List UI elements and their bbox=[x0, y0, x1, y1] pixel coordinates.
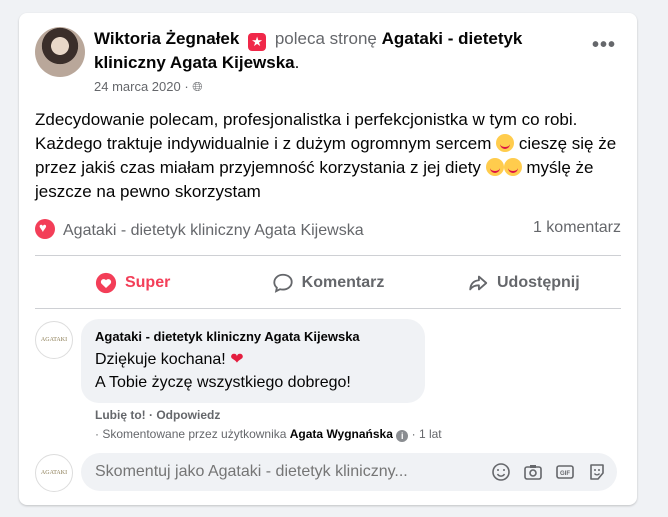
comment-input[interactable] bbox=[95, 453, 455, 491]
love-reaction-icon[interactable] bbox=[35, 219, 55, 239]
comment-age[interactable]: · 1 lat bbox=[412, 427, 442, 441]
share-button[interactable]: Udostępnij bbox=[426, 261, 621, 305]
meta-separator: · bbox=[180, 79, 193, 94]
reacted-by[interactable]: Agataki - dietetyk kliniczny Agata Kijew… bbox=[63, 222, 364, 239]
sticker-icon[interactable] bbox=[587, 462, 607, 482]
comment-icon bbox=[273, 273, 293, 293]
comment-label: Komentarz bbox=[301, 274, 385, 291]
svg-text:GIF: GIF bbox=[560, 471, 570, 477]
composer-tools: GIF bbox=[491, 462, 607, 482]
share-icon bbox=[469, 275, 488, 291]
comment-text-1: Dziękuje kochana! bbox=[95, 351, 226, 368]
heart-emoji-icon: ❤ bbox=[230, 351, 244, 368]
commented-by: · Skomentowane przez użytkownika Agata W… bbox=[95, 427, 442, 442]
smile-emoji-icon bbox=[485, 158, 504, 176]
reactions-bar: Agataki - dietetyk kliniczny Agata Kijew… bbox=[35, 219, 621, 241]
comment-composer[interactable]: GIF bbox=[81, 453, 617, 491]
super-button[interactable]: Super bbox=[35, 261, 230, 305]
smile-emoji-icon bbox=[503, 158, 522, 176]
emoji-icon[interactable] bbox=[491, 462, 511, 482]
smile-emoji-icon bbox=[496, 134, 515, 152]
super-label: Super bbox=[124, 274, 171, 291]
header-period: . bbox=[294, 53, 300, 72]
more-options-icon[interactable]: ••• bbox=[589, 33, 619, 63]
action-separator: · bbox=[145, 408, 157, 422]
recommends-text: poleca stronę bbox=[274, 29, 377, 48]
gif-icon[interactable]: GIF bbox=[555, 462, 575, 482]
post-body: Zdecydowanie polecam, profesjonalistka i… bbox=[35, 108, 625, 204]
comments-count[interactable]: 1 komentarz bbox=[533, 219, 621, 237]
commented-by-prefix: · Skomentowane przez użytkownika bbox=[95, 427, 287, 441]
like-comment-link[interactable]: Lubię to! bbox=[95, 408, 146, 422]
post-date[interactable]: 24 marca 2020 bbox=[94, 79, 181, 94]
heart-icon bbox=[95, 272, 117, 294]
composer-avatar: AGATAKI bbox=[35, 454, 73, 492]
post-actions: Super Komentarz Udostępnij bbox=[35, 261, 621, 305]
comment-actions: Lubię to! · Odpowiedz bbox=[95, 408, 220, 422]
recommend-icon: ★ bbox=[248, 33, 267, 51]
comment-author-avatar[interactable]: AGATAKI bbox=[35, 321, 73, 359]
comment-line-2: A Tobie życzę wszystkiego dobrego! bbox=[95, 374, 351, 391]
share-label: Udostępnij bbox=[496, 274, 580, 291]
divider bbox=[35, 255, 621, 256]
author-name[interactable]: Wiktoria Żegnałek bbox=[94, 29, 239, 48]
post-header: Wiktoria Żegnałek ★ poleca stronę Agatak… bbox=[94, 27, 574, 74]
reply-link[interactable]: Odpowiedz bbox=[156, 408, 220, 422]
comment-line-1: Dziękuje kochana! ❤ bbox=[95, 349, 244, 369]
post-card: Wiktoria Żegnałek ★ poleca stronę Agatak… bbox=[19, 13, 637, 505]
comment-button[interactable]: Komentarz bbox=[230, 261, 425, 305]
info-icon[interactable]: i bbox=[396, 430, 409, 442]
globe-icon: 🌐︎ bbox=[192, 79, 203, 94]
commented-by-name[interactable]: Agata Wygnańska bbox=[290, 427, 393, 441]
comment-bubble: Agataki - dietetyk kliniczny Agata Kijew… bbox=[81, 319, 425, 403]
divider bbox=[35, 308, 621, 309]
author-avatar[interactable] bbox=[35, 27, 85, 77]
camera-icon[interactable] bbox=[523, 462, 543, 482]
comment-author[interactable]: Agataki - dietetyk kliniczny Agata Kijew… bbox=[95, 329, 360, 344]
post-meta: 24 marca 2020 · 🌐︎ bbox=[94, 79, 203, 95]
